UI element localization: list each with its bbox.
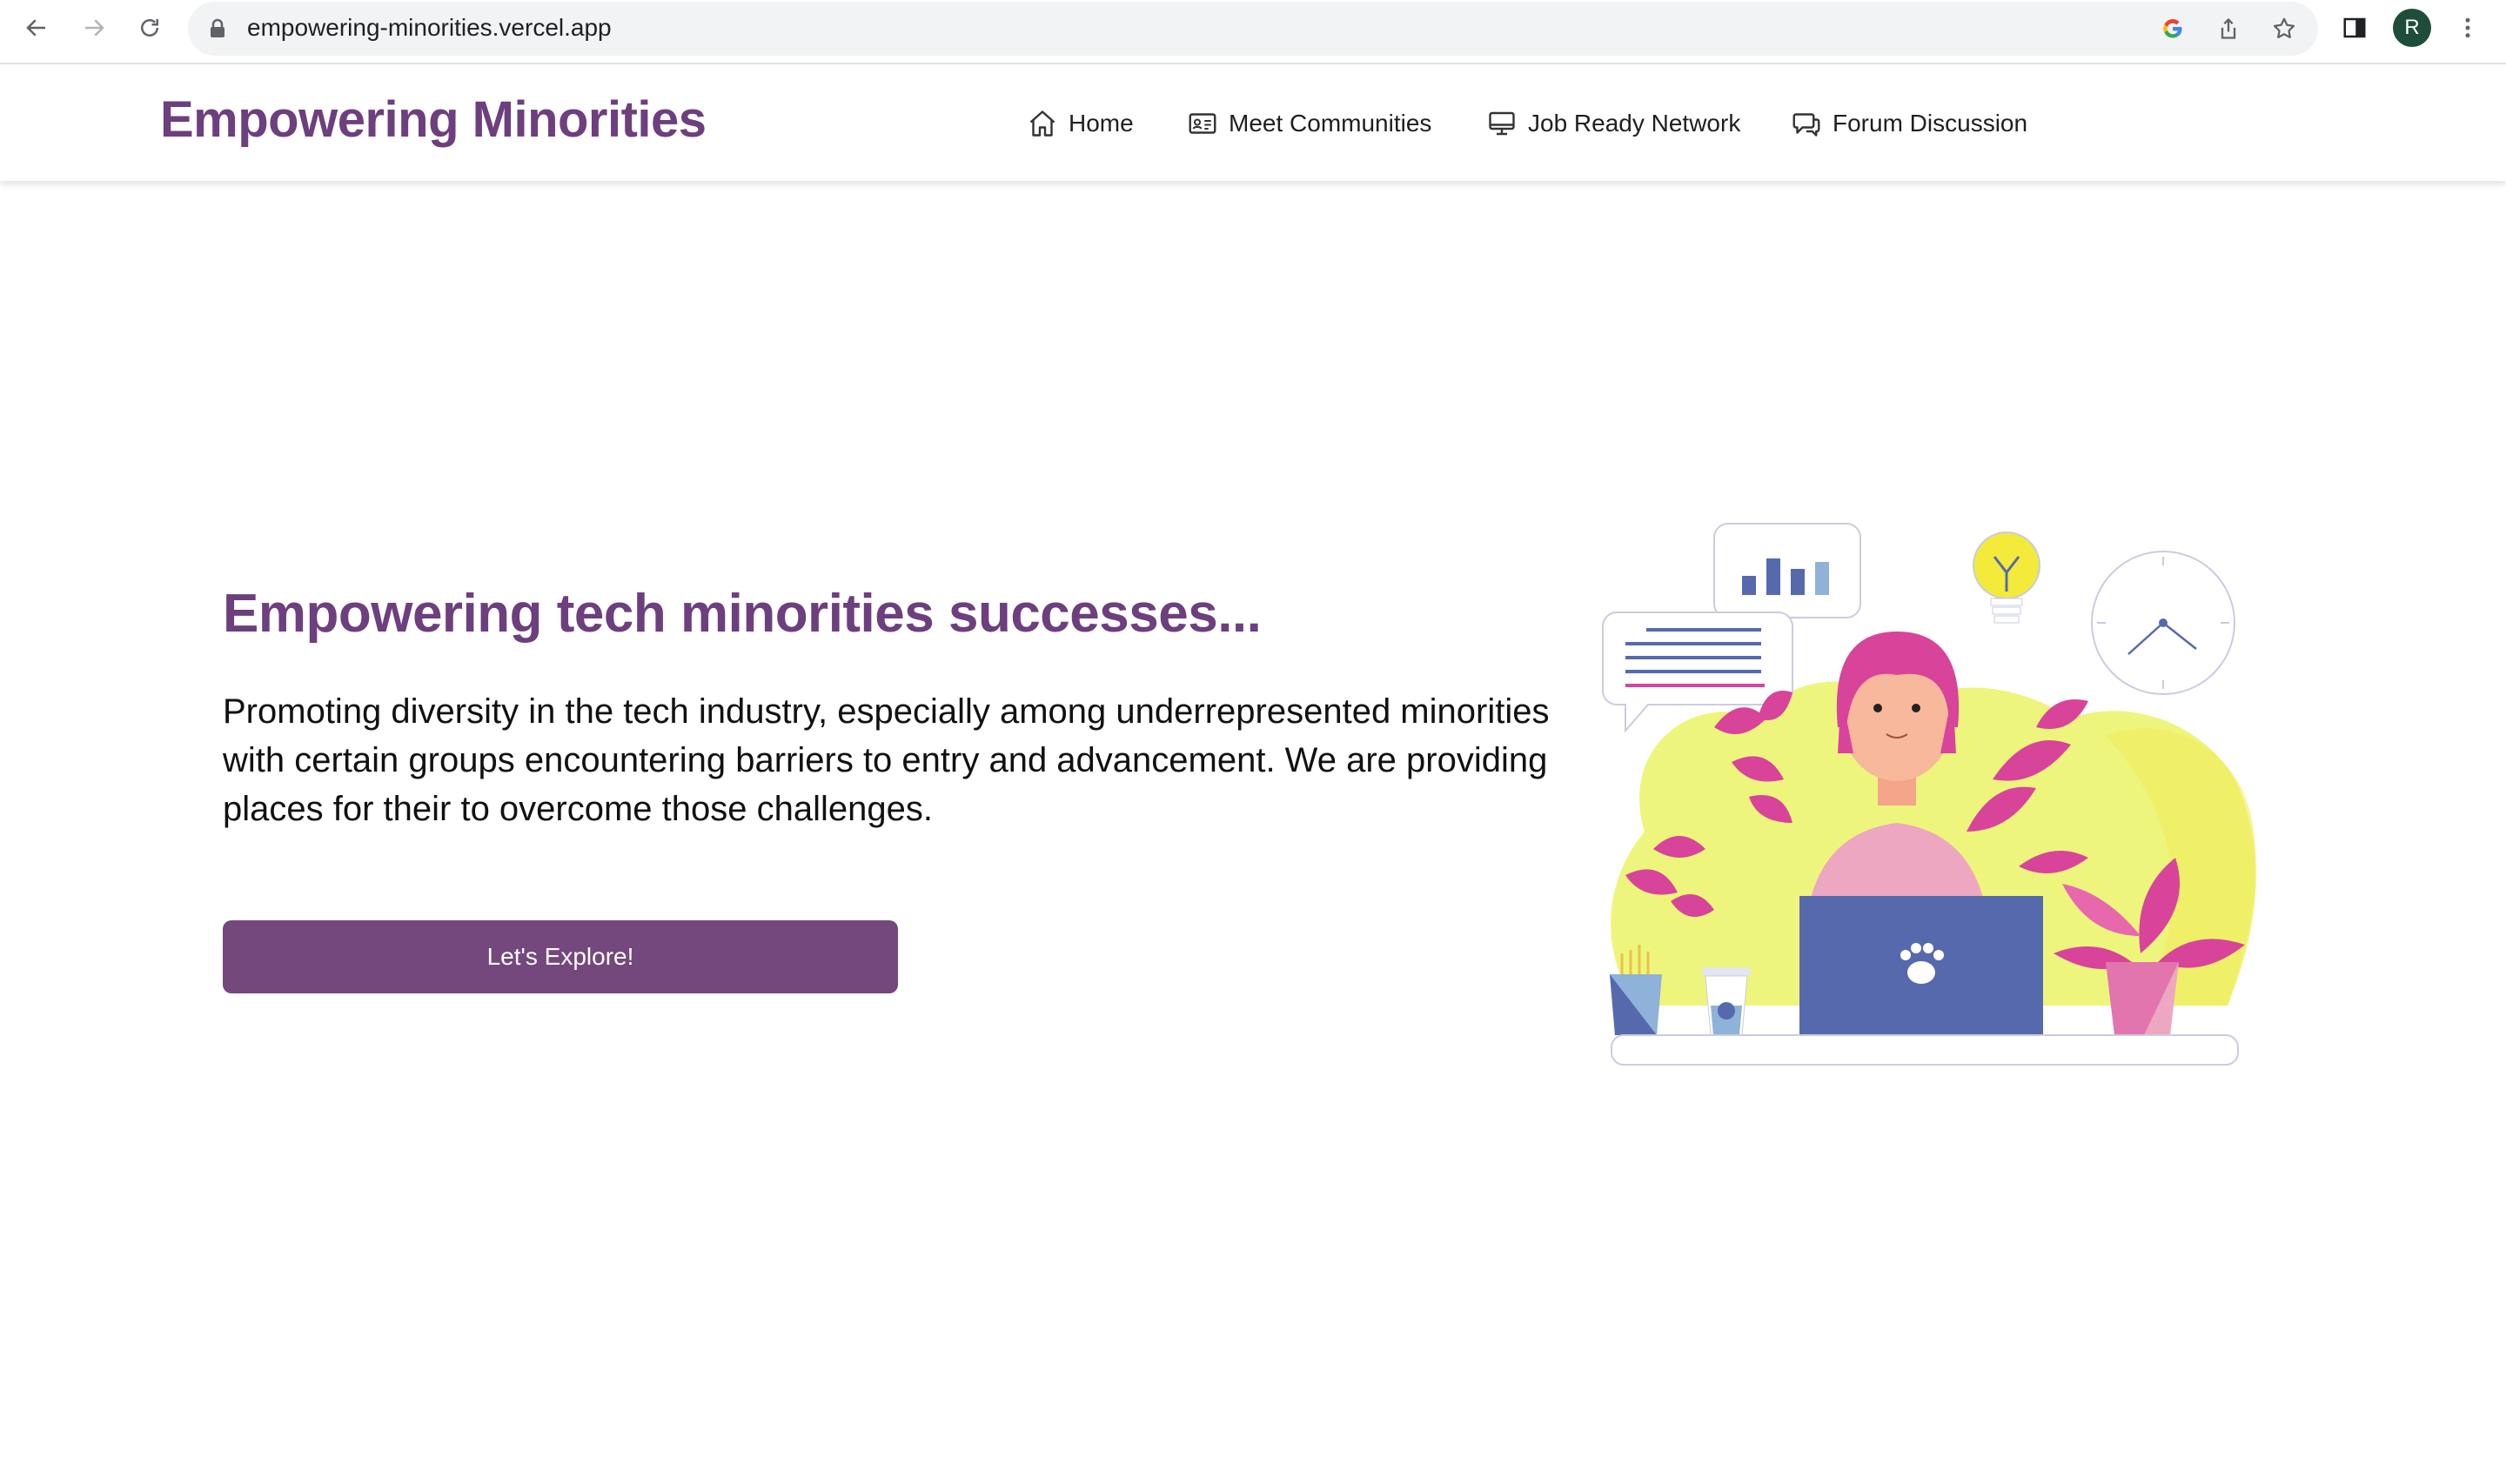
browser-toolbar: empowering-minorities.vercel.app R <box>0 0 2506 64</box>
profile-avatar[interactable]: R <box>2393 9 2431 47</box>
bar-chart-card <box>1713 523 1861 618</box>
laptop <box>1799 896 2043 1035</box>
clock-icon <box>2091 551 2235 695</box>
google-icon[interactable] <box>2156 12 2189 45</box>
nav-forum-discussion[interactable]: Forum Discussion <box>1791 108 2027 139</box>
menu-icon[interactable] <box>2450 10 2485 45</box>
nav-meet-communities[interactable]: Meet Communities <box>1187 108 1431 139</box>
site-header: Empowering Minorities Home Meet Communit… <box>0 66 2506 181</box>
nav-job-ready-network-label: Job Ready Network <box>1528 110 1741 137</box>
hero-description: Promoting diversity in the tech industry… <box>223 692 1550 828</box>
address-bar[interactable]: empowering-minorities.vercel.app <box>188 2 2318 56</box>
hero-title: Empowering tech minorities successes... <box>223 584 1262 644</box>
lightbulb-icon <box>1973 531 2040 624</box>
monitor-icon <box>1486 108 1518 139</box>
nav-job-ready-network[interactable]: Job Ready Network <box>1486 108 1740 139</box>
side-panel-icon[interactable] <box>2337 10 2372 45</box>
lock-icon <box>209 18 226 43</box>
id-card-icon <box>1187 108 1218 139</box>
brand-logo[interactable]: Empowering Minorities <box>160 90 707 149</box>
nav-home[interactable]: Home <box>1027 108 1134 139</box>
home-icon <box>1027 108 1058 139</box>
coffee-cup <box>1702 967 1751 1036</box>
desk <box>1611 1034 2239 1066</box>
nav-home-label: Home <box>1069 110 1134 137</box>
lets-explore-button[interactable]: Let's Explore! <box>223 920 898 993</box>
hero-illustration <box>1584 518 2271 1075</box>
reload-icon[interactable] <box>132 10 167 45</box>
nav-forum-discussion-label: Forum Discussion <box>1833 110 2028 137</box>
url-text[interactable]: empowering-minorities.vercel.app <box>247 14 612 42</box>
share-icon[interactable] <box>2212 12 2245 45</box>
back-icon[interactable] <box>19 10 54 45</box>
star-icon[interactable] <box>2268 12 2301 45</box>
nav-meet-communities-label: Meet Communities <box>1229 110 1432 137</box>
chat-icon <box>1791 108 1822 139</box>
forward-icon[interactable] <box>77 10 111 45</box>
